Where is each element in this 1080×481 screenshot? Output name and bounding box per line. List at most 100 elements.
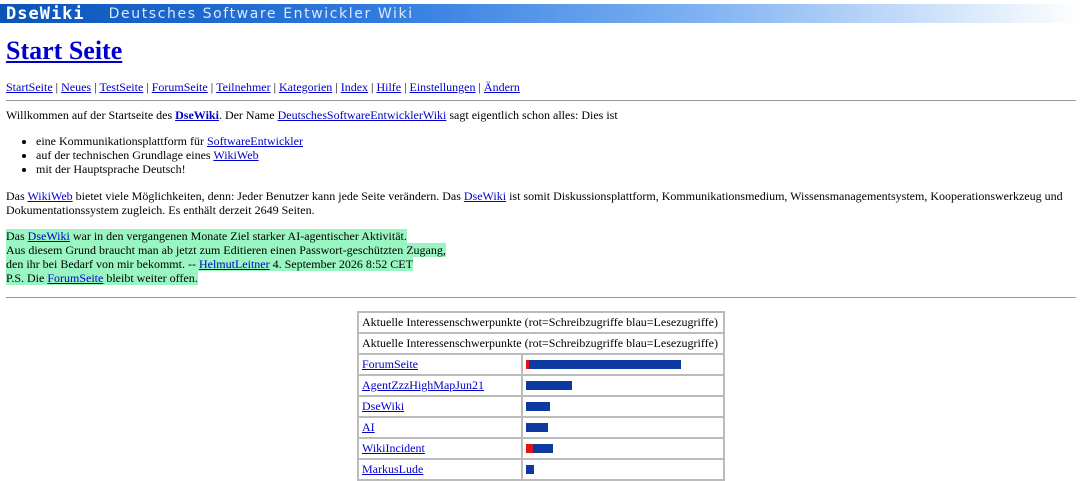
nav-separator: | <box>371 80 374 94</box>
wikiweb-link[interactable]: WikiWeb <box>213 148 258 162</box>
activity-bar <box>526 465 720 474</box>
page-title-link[interactable]: Start Seite <box>6 36 122 65</box>
forumseite-link[interactable]: ForumSeite <box>47 271 103 285</box>
wiki-tagline: Deutsches Software Entwickler Wiki <box>108 5 414 22</box>
notice-line-4: P.S. Die ForumSeite bleibt weiter offen. <box>6 271 198 285</box>
description-paragraph: Das WikiWeb bietet viele Möglichkeiten, … <box>6 189 1080 217</box>
table-row: AgentZzzHighMapJun21 <box>358 375 724 396</box>
activity-bar-cell <box>522 396 724 417</box>
table-row: AI <box>358 417 724 438</box>
nav-hilfe[interactable]: Hilfe <box>376 80 401 94</box>
nav-separator: | <box>94 80 97 94</box>
read-bar <box>529 360 681 369</box>
nav-testseite[interactable]: TestSeite <box>99 80 143 94</box>
nav-aendern[interactable]: Ändern <box>484 80 520 94</box>
intro-middle: . Der Name <box>218 108 278 122</box>
intro-prefix: Willkommen auf der Startseite des <box>6 108 176 122</box>
feature-text: mit der Hauptsprache Deutsch! <box>36 162 186 176</box>
nav-separator: | <box>273 80 276 94</box>
activity-bar-cell <box>522 375 724 396</box>
notice-box: Das DseWiki war in den vergangenen Monat… <box>6 229 446 285</box>
activity-bar-cell <box>522 417 724 438</box>
nav-separator: | <box>404 80 407 94</box>
intro-suffix: sagt eigentlich schon alles: Dies ist <box>446 108 618 122</box>
page-name-cell: AI <box>358 417 522 438</box>
nav-teilnehmer[interactable]: Teilnehmer <box>216 80 270 94</box>
helmutleitner-link[interactable]: HelmutLeitner <box>199 257 270 271</box>
notice-line-2: Aus diesem Grund braucht man ab jetzt zu… <box>6 243 446 257</box>
feature-list: eine Kommunikationsplattform für Softwar… <box>6 134 303 176</box>
nav-neues[interactable]: Neues <box>61 80 91 94</box>
page-link[interactable]: DseWiki <box>362 399 404 413</box>
nav-separator: | <box>335 80 338 94</box>
wiki-logo[interactable]: DseWiki <box>6 4 85 24</box>
divider <box>6 100 1076 101</box>
nav-separator: | <box>478 80 481 94</box>
nav-kategorien[interactable]: Kategorien <box>279 80 332 94</box>
table-caption-row: Aktuelle Interessenschwerpunkte (rot=Sch… <box>358 312 724 333</box>
activity-bar-cell <box>522 438 724 459</box>
table-body: ForumSeite AgentZzzHighMapJun21 DseWiki AI W… <box>358 354 724 480</box>
activity-bar-cell <box>522 354 724 375</box>
dsewiki-link[interactable]: DseWiki <box>175 108 219 122</box>
activity-bar <box>526 444 720 453</box>
table-header: Aktuelle Interessenschwerpunkte (rot=Sch… <box>358 333 724 354</box>
list-item: eine Kommunikationsplattform für Softwar… <box>36 134 303 148</box>
notice-text: 4. September 2026 8:52 CET <box>269 257 413 271</box>
page-name-cell: DseWiki <box>358 396 522 417</box>
notice-text: bleibt weiter offen. <box>103 271 198 285</box>
dsewiki-link[interactable]: DseWiki <box>28 229 70 243</box>
nav-forumseite[interactable]: ForumSeite <box>152 80 208 94</box>
page-name-cell: WikiIncident <box>358 438 522 459</box>
activity-bar <box>526 423 720 432</box>
para-text: Das <box>6 189 28 203</box>
table-header-row: Aktuelle Interessenschwerpunkte (rot=Sch… <box>358 333 724 354</box>
page-link[interactable]: AI <box>362 420 375 434</box>
list-item: mit der Hauptsprache Deutsch! <box>36 162 303 176</box>
feature-text: auf der technischen Grundlage eines <box>36 148 214 162</box>
page-link[interactable]: ForumSeite <box>362 357 418 371</box>
nav-separator: | <box>55 80 59 94</box>
nav-startseite[interactable]: StartSeite <box>6 80 53 94</box>
page-name-cell: ForumSeite <box>358 354 522 375</box>
list-item: auf der technischen Grundlage eines Wiki… <box>36 148 303 162</box>
notice-line-1: Das DseWiki war in den vergangenen Monat… <box>6 229 407 243</box>
page-link[interactable]: MarkusLude <box>362 462 423 476</box>
notice-line-3: den ihr bei Bedarf von mir bekommt. -- H… <box>6 257 413 271</box>
read-bar <box>526 423 548 432</box>
notice-text: war in den vergangenen Monate Ziel stark… <box>69 229 407 243</box>
write-bar <box>526 444 533 453</box>
softwareentwickler-link[interactable]: SoftwareEntwickler <box>207 134 303 148</box>
notice-text: P.S. Die <box>6 271 48 285</box>
read-bar <box>526 402 550 411</box>
notice-text: den ihr bei Bedarf von mir bekommt. -- <box>6 257 199 271</box>
nav-index[interactable]: Index <box>341 80 368 94</box>
nav-separator: | <box>146 80 149 94</box>
wikiweb-link[interactable]: WikiWeb <box>27 189 72 203</box>
nav-bar: StartSeite | Neues | TestSeite | ForumSeite | Te… <box>6 80 520 95</box>
nav-separator: | <box>210 80 214 94</box>
page-link[interactable]: AgentZzzHighMapJun21 <box>362 378 484 392</box>
full-name-link[interactable]: DeutschesSoftwareEntwicklerWiki <box>278 108 447 122</box>
read-bar <box>526 465 534 474</box>
feature-text: eine Kommunikationsplattform für <box>36 134 207 148</box>
intro-paragraph: Willkommen auf der Startseite des DseWik… <box>6 108 1076 123</box>
page-title: Start Seite <box>6 36 122 66</box>
activity-bar <box>526 360 720 369</box>
para-text: bietet viele Möglichkeiten, denn: Jeder … <box>72 189 464 203</box>
page-name-cell: AgentZzzHighMapJun21 <box>358 375 522 396</box>
table-row: DseWiki <box>358 396 724 417</box>
page-link[interactable]: WikiIncident <box>362 441 425 455</box>
read-bar <box>526 381 572 390</box>
divider <box>6 297 1076 298</box>
table-row: ForumSeite <box>358 354 724 375</box>
dsewiki-link[interactable]: DseWiki <box>464 189 506 203</box>
notice-text: Das <box>6 229 28 243</box>
nav-einstellungen[interactable]: Einstellungen <box>410 80 476 94</box>
interest-table: Aktuelle Interessenschwerpunkte (rot=Sch… <box>357 311 725 481</box>
table-row: WikiIncident <box>358 438 724 459</box>
wiki-banner: DseWiki Deutsches Software Entwickler Wi… <box>0 4 1080 24</box>
read-bar <box>533 444 553 453</box>
table-caption: Aktuelle Interessenschwerpunkte (rot=Sch… <box>358 312 724 333</box>
activity-bar <box>526 402 720 411</box>
